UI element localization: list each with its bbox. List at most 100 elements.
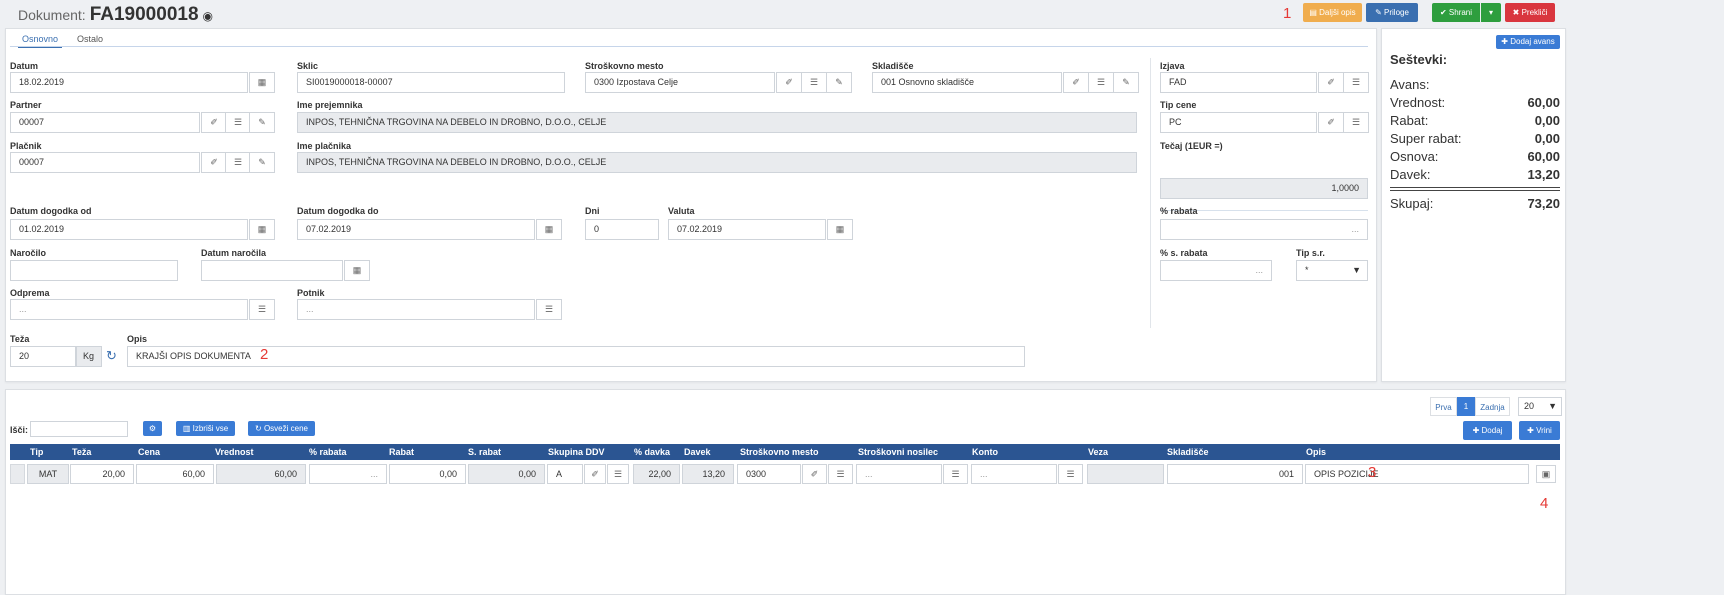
teza-field[interactable]: 20 — [10, 346, 76, 367]
save-row-icon[interactable]: ▣ — [1536, 465, 1556, 483]
narocilo-field[interactable] — [10, 260, 178, 281]
s-rabata-field[interactable]: ... — [1160, 260, 1272, 281]
dni-field[interactable]: 0 — [585, 219, 659, 240]
col-rabata[interactable]: % rabata — [309, 444, 347, 460]
refresh-icon[interactable]: ↻ — [106, 348, 117, 364]
pager-prva[interactable]: Prva — [1430, 397, 1457, 416]
col-strosek[interactable]: Stroškovno mesto — [740, 444, 819, 460]
list-icon[interactable]: ☰ — [225, 152, 251, 173]
tip-cene-field[interactable]: PC — [1160, 112, 1317, 133]
page-size-select[interactable]: 20 ▼ — [1518, 397, 1562, 416]
list-icon[interactable]: ☰ — [225, 112, 251, 133]
settings-button[interactable]: ⚙ — [143, 421, 162, 436]
list-icon[interactable]: ☰ — [943, 464, 968, 484]
list-icon[interactable]: ☰ — [801, 72, 827, 93]
row-handle[interactable] — [10, 464, 25, 484]
prekini-button[interactable]: ✖ Prekliči — [1505, 3, 1555, 22]
cell-strosek[interactable]: 0300 — [737, 464, 801, 484]
placnik-field[interactable]: 00007 — [10, 152, 200, 173]
datum-narocila-field[interactable] — [201, 260, 343, 281]
valuta-field[interactable]: 07.02.2019 — [668, 219, 826, 240]
calendar-icon[interactable]: ▦ — [536, 219, 562, 240]
eraser-icon[interactable]: ✐ — [1063, 72, 1089, 93]
sklic-field[interactable]: SI0019000018-00007 — [297, 72, 565, 93]
tecaj-field[interactable]: 1,0000 — [1160, 178, 1368, 199]
list-icon[interactable]: ☰ — [249, 299, 275, 320]
edit-icon[interactable]: ✎ — [1113, 72, 1139, 93]
calendar-icon[interactable]: ▦ — [827, 219, 853, 240]
priloge-button[interactable]: ✎ Priloge — [1366, 3, 1418, 22]
edit-icon[interactable]: ✎ — [249, 112, 275, 133]
ime-placnika-field[interactable]: INPOS, TEHNIČNA TRGOVINA NA DEBELO IN DR… — [297, 152, 1137, 173]
pager-page[interactable]: 1 — [1457, 397, 1475, 416]
eraser-icon[interactable]: ✐ — [201, 152, 227, 173]
col-vrednost[interactable]: Vrednost — [215, 444, 254, 460]
izjava-field[interactable]: FAD — [1160, 72, 1317, 93]
izbrisi-vse-button[interactable]: ▥ Izbriši vse — [176, 421, 235, 436]
search-input[interactable] — [30, 421, 128, 437]
shrani-dropdown-button[interactable]: ▾ — [1481, 3, 1501, 22]
tip-sr-label: Tip s.r. — [1296, 248, 1325, 258]
rabat-field[interactable]: ... — [1160, 219, 1368, 240]
col-davek[interactable]: Davek — [684, 444, 711, 460]
cell-teza[interactable]: 20,00 — [70, 464, 134, 484]
col-skupina[interactable]: Skupina DDV — [548, 444, 605, 460]
tip-sr-select[interactable]: * ▼ — [1296, 260, 1368, 281]
list-icon[interactable]: ☰ — [828, 464, 853, 484]
list-icon[interactable]: ☰ — [607, 464, 629, 484]
col-teza[interactable]: Teža — [72, 444, 91, 460]
cell-konto[interactable]: ... — [971, 464, 1057, 484]
eraser-icon[interactable]: ✐ — [1318, 72, 1344, 93]
col-veza[interactable]: Veza — [1088, 444, 1108, 460]
col-nosilec[interactable]: Stroškovni nosilec — [858, 444, 938, 460]
items-panel — [5, 389, 1566, 595]
list-icon[interactable]: ☰ — [1343, 112, 1369, 133]
eraser-icon[interactable]: ✐ — [802, 464, 827, 484]
osvezi-cene-button[interactable]: ↻ Osveži cene — [248, 421, 315, 436]
partner-field[interactable]: 00007 — [10, 112, 200, 133]
list-icon[interactable]: ☰ — [536, 299, 562, 320]
shrani-button[interactable]: ✔ Shrani — [1432, 3, 1480, 22]
cell-nosilec[interactable]: ... — [856, 464, 942, 484]
col-opis[interactable]: Opis — [1306, 444, 1326, 460]
cell-opis[interactable]: OPIS POZICIJE — [1305, 464, 1529, 484]
cell-cena[interactable]: 60,00 — [136, 464, 214, 484]
calendar-icon[interactable]: ▦ — [344, 260, 370, 281]
pager-zadnja[interactable]: Zadnja — [1475, 397, 1510, 416]
cell-rabata[interactable]: ... — [309, 464, 387, 484]
skladisce-field[interactable]: 001 Osnovno skladišče — [872, 72, 1062, 93]
strosek-field[interactable]: 0300 Izpostava Celje — [585, 72, 775, 93]
potnik-field[interactable]: ... — [297, 299, 535, 320]
col-rabat[interactable]: Rabat — [389, 444, 414, 460]
datum-field[interactable]: 18.02.2019 — [10, 72, 248, 93]
cell-rabat[interactable]: 0,00 — [389, 464, 466, 484]
eye-icon[interactable]: ◉ — [203, 9, 213, 23]
col-skladisce[interactable]: Skladišče — [1167, 444, 1209, 460]
list-icon[interactable]: ☰ — [1058, 464, 1083, 484]
dodaj-button[interactable]: ✚ Dodaj — [1463, 421, 1512, 440]
cell-skupina[interactable]: A — [547, 464, 583, 484]
datum-dogodka-do-field[interactable]: 07.02.2019 — [297, 219, 535, 240]
col-cena[interactable]: Cena — [138, 444, 160, 460]
dalsi-opis-button[interactable]: ▤ Daljši opis — [1303, 3, 1362, 22]
eraser-icon[interactable]: ✐ — [776, 72, 802, 93]
col-konto[interactable]: Konto — [972, 444, 998, 460]
edit-icon[interactable]: ✎ — [249, 152, 275, 173]
calendar-icon[interactable]: ▦ — [249, 219, 275, 240]
odprema-field[interactable]: ... — [10, 299, 248, 320]
col-davka[interactable]: % davka — [634, 444, 670, 460]
col-tip[interactable]: Tip — [30, 444, 43, 460]
cell-skladisce[interactable]: 001 — [1167, 464, 1303, 484]
eraser-icon[interactable]: ✐ — [1318, 112, 1344, 133]
eraser-icon[interactable]: ✐ — [201, 112, 227, 133]
calendar-icon[interactable]: ▦ — [249, 72, 275, 93]
list-icon[interactable]: ☰ — [1343, 72, 1369, 93]
col-srabat[interactable]: S. rabat — [468, 444, 501, 460]
ime-prejemnika-field[interactable]: INPOS, TEHNIČNA TRGOVINA NA DEBELO IN DR… — [297, 112, 1137, 133]
vrini-button[interactable]: ✚ Vrini — [1519, 421, 1560, 440]
datum-dogodka-od-field[interactable]: 01.02.2019 — [10, 219, 248, 240]
dodaj-avans-button[interactable]: ✚ Dodaj avans — [1496, 35, 1560, 49]
list-icon[interactable]: ☰ — [1088, 72, 1114, 93]
edit-icon[interactable]: ✎ — [826, 72, 852, 93]
eraser-icon[interactable]: ✐ — [584, 464, 606, 484]
